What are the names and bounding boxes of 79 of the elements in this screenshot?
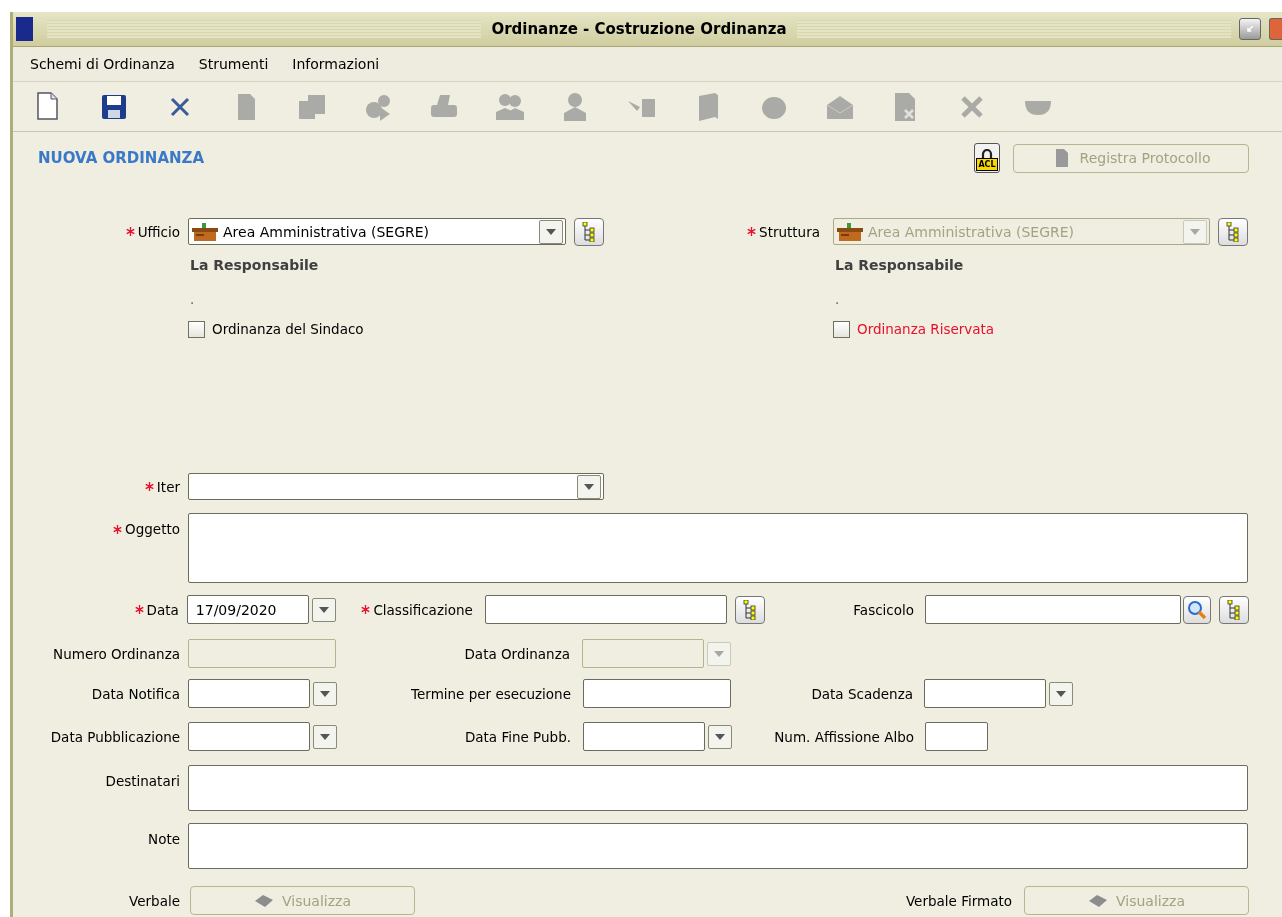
field-label: Verbale Firmato [905,892,1012,909]
tree-button[interactable] [735,595,766,624]
text-area[interactable] [188,823,1248,869]
text-area[interactable] [188,513,1248,583]
field-label: Classificazione [373,601,473,618]
desk-icon [836,221,864,242]
caret-icon [546,228,556,235]
window-title: Ordinanze - Costruzione Ordinanza [490,20,788,38]
field-label: Termine per esecuzione [411,685,571,702]
dropdown-button[interactable] [577,474,601,499]
search-button[interactable] [1183,595,1212,624]
caret-icon [320,733,330,740]
dropdown-field[interactable] [188,473,604,500]
arrow-icon [1246,23,1254,35]
app-icon [16,17,33,41]
date-field[interactable]: 17/09/2020 [186,595,309,624]
manager-name: La Responsabile [835,257,964,273]
tree-icon [743,599,758,620]
date-field[interactable] [188,722,310,751]
field-label: Data Scadenza [811,685,913,702]
field-label: Data Ordinanza [464,645,570,662]
text-field[interactable] [925,595,1182,624]
tree-button[interactable] [1219,595,1249,624]
tree-icon [582,221,596,242]
field-label: Data Fine Pubb. [464,728,571,745]
menu-item[interactable]: Schemi di Ordinanza [30,56,175,72]
form-heading: NUOVA ORDINANZA [38,149,205,167]
caret-icon [1190,228,1201,235]
dropdown-field[interactable]: Area Amministrativa (SEGRE) [188,218,566,245]
field-label: Num. Affissione Albo [774,728,914,745]
detail-text: . [190,291,195,307]
field-label: Data Notifica [91,685,180,702]
caret-icon [584,483,594,490]
field-label: Data [146,601,179,618]
caret-icon [318,606,329,613]
field-label: Struttura [759,223,820,240]
menu-item[interactable]: Informazioni [292,56,380,72]
field-label: Note [148,831,180,847]
lock-icon [981,149,993,158]
caret-icon [1056,690,1066,697]
search-icon [1187,599,1208,620]
dropdown-button[interactable] [313,724,337,749]
caret-icon [714,650,724,657]
acl-lock-button[interactable]: ACL [974,143,1000,173]
field-label: Verbale [129,892,180,909]
manager-name: La Responsabile [190,257,319,273]
caret-icon [320,690,330,697]
field-label: Ufficio [137,223,180,240]
tree-button[interactable] [574,217,604,246]
field-label: Iter [156,478,180,495]
tree-icon [1227,599,1242,620]
checkbox-label[interactable]: Ordinanza Riservata [857,321,995,337]
text-field[interactable] [925,722,988,751]
dropdown-button[interactable] [539,219,563,244]
field-label: Fascicolo [853,601,915,618]
tree-button[interactable] [1218,217,1248,246]
checkbox-label[interactable]: Ordinanza del Sindaco [212,321,364,337]
detail-text: . [835,291,840,307]
field-label: Numero Ordinanza [53,645,180,662]
date-field[interactable] [188,679,310,708]
field-label: Destinatari [105,773,180,789]
menu-item[interactable]: Strumenti [198,56,269,72]
field-label: Data Pubblicazione [50,728,180,745]
checkbox[interactable] [188,320,205,338]
dropdown-button[interactable] [1049,681,1073,706]
text-area[interactable] [188,765,1248,811]
caret-icon [715,733,725,740]
text-field[interactable] [583,679,731,708]
restore-button[interactable] [1239,18,1261,40]
dropdown-button[interactable] [313,681,337,706]
text-field[interactable] [484,595,728,624]
date-field[interactable] [583,722,705,751]
field-label: Oggetto [125,521,180,537]
date-field[interactable] [924,679,1046,708]
dropdown-button[interactable] [708,724,732,749]
checkbox[interactable] [833,320,850,338]
dropdown-button[interactable] [311,597,336,622]
tree-icon [1226,221,1241,242]
desk-icon [191,221,219,242]
